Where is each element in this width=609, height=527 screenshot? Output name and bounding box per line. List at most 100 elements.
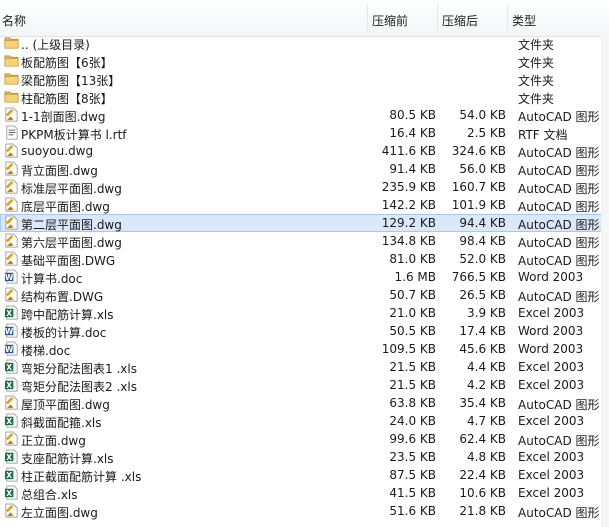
packed-size: 109.5 KB xyxy=(381,342,436,356)
packed-size: 134.8 KB xyxy=(381,234,436,248)
file-row[interactable]: X 总组合.xls 41.5 KB 10.6 KB Excel 2003 xyxy=(0,484,609,502)
folder-row[interactable]: 板配筋图【6张】 文件夹 xyxy=(0,52,609,70)
file-row[interactable]: W 楼梯.doc 109.5 KB 45.6 KB Word 2003 xyxy=(0,340,609,358)
dwg-icon xyxy=(4,143,19,158)
packed-size: 235.9 KB xyxy=(381,180,436,194)
file-type: AutoCAD 图形 xyxy=(518,164,600,178)
file-row[interactable]: 第六层平面图.dwg 134.8 KB 98.4 KB AutoCAD 图形 xyxy=(0,232,609,250)
packed-size: 23.5 KB xyxy=(389,450,436,464)
file-row[interactable]: W 楼板的计算.doc 50.5 KB 17.4 KB Word 2003 xyxy=(0,322,609,340)
xls-icon: X xyxy=(4,359,19,374)
file-type: Excel 2003 xyxy=(518,378,585,392)
packed-size: 81.0 KB xyxy=(389,252,436,266)
file-type: Excel 2003 xyxy=(518,450,585,464)
file-type: AutoCAD 图形 xyxy=(518,182,600,196)
xls-icon: X xyxy=(4,467,19,482)
dwg-icon xyxy=(4,197,19,212)
packed-size: 129.2 KB xyxy=(381,216,436,230)
dwg-icon xyxy=(4,107,19,122)
svg-text:X: X xyxy=(6,471,12,480)
file-name: 背立面图.dwg xyxy=(21,164,98,178)
file-type: AutoCAD 图形 xyxy=(518,236,600,250)
packed-size: 16.4 KB xyxy=(389,126,436,140)
file-type: Excel 2003 xyxy=(518,360,585,374)
column-header-name[interactable]: 名称 xyxy=(2,12,26,29)
rtf-icon xyxy=(4,125,19,140)
file-row[interactable]: 正立面.dwg 99.6 KB 62.4 KB AutoCAD 图形 xyxy=(0,430,609,448)
vertical-scrollbar[interactable] xyxy=(601,36,609,527)
folder-icon xyxy=(4,35,19,50)
file-type: Word 2003 xyxy=(518,342,584,356)
file-row[interactable]: X 柱正截面配筋计算 .xls 87.5 KB 22.4 KB Excel 2003 xyxy=(0,466,609,484)
file-row[interactable]: W 计算书.doc 1.6 MB 766.5 KB Word 2003 xyxy=(0,268,609,286)
xls-icon: X xyxy=(4,449,19,464)
file-row[interactable]: 底层平面图.dwg 142.2 KB 101.9 KB AutoCAD 图形 xyxy=(0,196,609,214)
file-name: 正立面.dwg xyxy=(21,434,86,448)
column-divider[interactable] xyxy=(367,4,368,32)
compressed-size: 766.5 KB xyxy=(451,270,506,284)
folder-row[interactable]: 柱配筋图【8张】 文件夹 xyxy=(0,88,609,106)
file-row[interactable]: suoyou.dwg 411.6 KB 324.6 KB AutoCAD 图形 xyxy=(0,142,609,160)
file-row[interactable]: X 跨中配筋计算.xls 21.0 KB 3.9 KB Excel 2003 xyxy=(0,304,609,322)
file-type: AutoCAD 图形 xyxy=(518,200,600,214)
file-row[interactable]: 第二层平面图.dwg 129.2 KB 94.4 KB AutoCAD 图形 xyxy=(0,214,609,232)
file-type: AutoCAD 图形 xyxy=(518,254,600,268)
svg-text:X: X xyxy=(6,309,12,318)
file-name: 弯矩分配法图表1 .xls xyxy=(21,362,137,376)
file-row[interactable]: 标准层平面图.dwg 235.9 KB 160.7 KB AutoCAD 图形 xyxy=(0,178,609,196)
compressed-size: 94.4 KB xyxy=(459,216,506,230)
packed-size: 50.5 KB xyxy=(389,324,436,338)
column-divider[interactable] xyxy=(437,4,438,32)
file-type: AutoCAD 图形 xyxy=(518,146,600,160)
file-row[interactable]: 左立面图.dwg 51.6 KB 21.8 KB AutoCAD 图形 xyxy=(0,502,609,520)
compressed-size: 52.0 KB xyxy=(459,252,506,266)
column-header-packed-size[interactable]: 压缩前 xyxy=(372,12,408,29)
svg-text:W: W xyxy=(5,327,14,336)
column-divider[interactable] xyxy=(507,4,508,32)
packed-size: 80.5 KB xyxy=(389,108,436,122)
svg-text:W: W xyxy=(5,345,14,354)
file-name: suoyou.dwg xyxy=(21,144,94,158)
folder-icon xyxy=(4,71,19,86)
file-name: 斜截面配箍.xls xyxy=(21,416,102,430)
file-name: 基础平面图.DWG xyxy=(21,254,116,268)
column-header-compressed-size[interactable]: 压缩后 xyxy=(442,12,478,29)
svg-text:X: X xyxy=(6,363,12,372)
dwg-icon xyxy=(4,251,19,266)
svg-text:X: X xyxy=(6,453,12,462)
file-row[interactable]: 背立面图.dwg 91.4 KB 56.0 KB AutoCAD 图形 xyxy=(0,160,609,178)
xls-icon: X xyxy=(4,413,19,428)
folder-row[interactable]: 梁配筋图【13张】 文件夹 xyxy=(0,70,609,88)
file-name: 柱正截面配筋计算 .xls xyxy=(21,470,142,484)
file-name: .. (上级目录) xyxy=(21,38,90,52)
dwg-icon xyxy=(4,215,19,230)
file-type: Excel 2003 xyxy=(518,306,585,320)
packed-size: 87.5 KB xyxy=(389,468,436,482)
file-row[interactable]: X 弯矩分配法图表1 .xls 21.5 KB 4.4 KB Excel 2003 xyxy=(0,358,609,376)
compressed-size: 4.8 KB xyxy=(467,450,506,464)
file-row[interactable]: X 弯矩分配法图表2 .xls 21.5 KB 4.2 KB Excel 2003 xyxy=(0,376,609,394)
file-name: 第六层平面图.dwg xyxy=(21,236,122,250)
file-row[interactable]: 屋顶平面图.dwg 63.8 KB 35.4 KB AutoCAD 图形 xyxy=(0,394,609,412)
file-row[interactable]: PKPM板计算书 l.rtf 16.4 KB 2.5 KB RTF 文档 xyxy=(0,124,609,142)
column-header-type[interactable]: 类型 xyxy=(512,12,536,29)
file-type: AutoCAD 图形 xyxy=(518,290,600,304)
doc-icon: W xyxy=(4,341,19,356)
compressed-size: 4.4 KB xyxy=(467,360,506,374)
packed-size: 63.8 KB xyxy=(389,396,436,410)
file-row[interactable]: X 支座配筋计算.xls 23.5 KB 4.8 KB Excel 2003 xyxy=(0,448,609,466)
folder-row[interactable]: .. (上级目录) 文件夹 xyxy=(0,34,609,52)
file-row[interactable]: X 斜截面配箍.xls 24.0 KB 4.7 KB Excel 2003 xyxy=(0,412,609,430)
file-name: 第二层平面图.dwg xyxy=(21,218,122,232)
packed-size: 142.2 KB xyxy=(381,198,436,212)
file-row[interactable]: 基础平面图.DWG 81.0 KB 52.0 KB AutoCAD 图形 xyxy=(0,250,609,268)
file-row[interactable]: 1-1剖面图.dwg 80.5 KB 54.0 KB AutoCAD 图形 xyxy=(0,106,609,124)
dwg-icon xyxy=(4,431,19,446)
file-name: PKPM板计算书 l.rtf xyxy=(21,128,127,142)
file-row[interactable]: 结构布置.DWG 50.7 KB 26.5 KB AutoCAD 图形 xyxy=(0,286,609,304)
file-type: Word 2003 xyxy=(518,324,584,338)
file-type: AutoCAD 图形 xyxy=(518,110,600,124)
compressed-size: 4.2 KB xyxy=(467,378,506,392)
compressed-size: 3.9 KB xyxy=(467,306,506,320)
file-type: 文件夹 xyxy=(518,38,555,52)
